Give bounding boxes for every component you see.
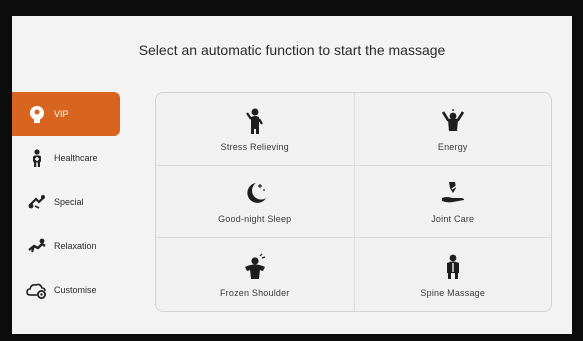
function-stress-relieving[interactable]: Stress Relieving xyxy=(156,93,354,166)
relaxation-icon xyxy=(26,235,48,257)
energy-icon xyxy=(438,106,468,136)
frozen-shoulder-icon xyxy=(240,252,270,282)
sidebar-item-healthcare[interactable]: Healthcare xyxy=(12,136,120,180)
sidebar-item-label: Special xyxy=(54,197,84,207)
function-frozen-shoulder[interactable]: Frozen Shoulder xyxy=(156,238,354,311)
spine-massage-icon xyxy=(438,252,468,282)
function-label: Energy xyxy=(437,141,468,152)
function-label: Frozen Shoulder xyxy=(219,287,290,298)
sidebar-item-label: VIP xyxy=(54,109,69,119)
function-label: Joint Care xyxy=(431,214,475,225)
function-label: Stress Relieving xyxy=(220,141,289,152)
healthcare-person-icon xyxy=(26,147,48,169)
function-label: Good-night Sleep xyxy=(218,214,292,225)
function-spine-massage[interactable]: Spine Massage xyxy=(353,238,552,311)
massage-screen: Select an automatic function to start th… xyxy=(12,16,572,334)
sidebar-item-special[interactable]: Special xyxy=(12,180,120,224)
function-good-night-sleep[interactable]: Good-night Sleep xyxy=(156,166,354,239)
sidebar-item-vip[interactable]: VIP xyxy=(12,92,120,136)
function-energy[interactable]: Energy xyxy=(353,93,551,166)
function-label: Spine Massage xyxy=(420,287,486,298)
moon-icon xyxy=(240,178,270,208)
sidebar-item-relaxation[interactable]: Relaxation xyxy=(12,224,120,268)
sidebar-item-label: Healthcare xyxy=(54,153,98,163)
vip-head-icon xyxy=(26,103,48,125)
page-title: Select an automatic function to start th… xyxy=(138,42,446,58)
function-grid: Stress Relieving Energy Good-night Sleep… xyxy=(155,92,552,312)
joint-care-icon xyxy=(438,178,468,208)
sidebar-item-label: Relaxation xyxy=(54,241,97,251)
special-icon xyxy=(26,191,48,213)
function-joint-care[interactable]: Joint Care xyxy=(353,165,551,239)
cloud-settings-icon xyxy=(26,279,48,301)
sidebar-item-customise[interactable]: Customise xyxy=(12,268,120,312)
sidebar-item-label: Customise xyxy=(54,285,97,295)
stress-relieving-icon xyxy=(240,106,270,136)
sidebar: VIP Healthcare Special Relaxation Custom… xyxy=(12,92,120,312)
